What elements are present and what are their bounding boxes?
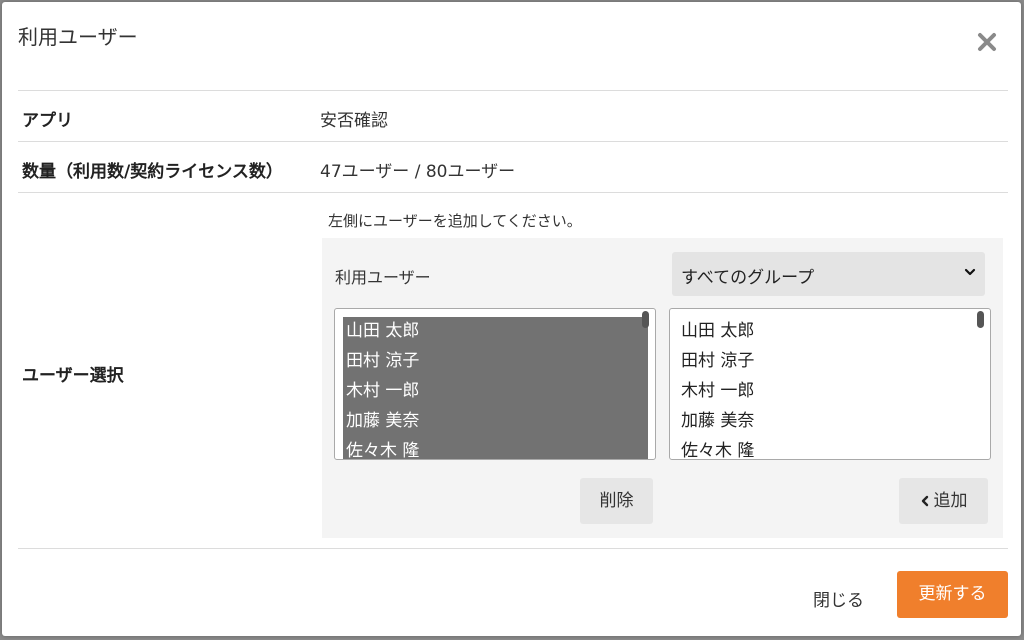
chevron-down-icon xyxy=(964,268,976,276)
update-button[interactable]: 更新する xyxy=(897,571,1008,618)
list-item[interactable]: 田村 涼子 xyxy=(681,348,754,378)
list-item[interactable]: 加藤 美奈 xyxy=(346,408,419,438)
quantity-label: 数量（利用数/契約ライセンス数） xyxy=(22,162,283,182)
chevron-left-icon xyxy=(921,495,928,507)
list-item[interactable]: 木村 一郎 xyxy=(681,378,754,408)
close-link[interactable]: 閉じる xyxy=(813,586,864,611)
available-users-list[interactable]: 山田 太郎 田村 涼子 木村 一郎 加藤 美奈 佐々木 隆 xyxy=(669,308,991,460)
divider xyxy=(18,548,1008,549)
list-item[interactable]: 山田 太郎 xyxy=(346,318,419,348)
close-button[interactable] xyxy=(975,30,999,54)
app-label: アプリ xyxy=(22,111,73,131)
user-dialog: 利用ユーザー アプリ 安否確認 数量（利用数/契約ライセンス数） 47ユーザー … xyxy=(2,2,1021,636)
user-selector-panel: 利用ユーザー すべてのグループ 山田 太郎 田村 涼子 木村 一郎 加藤 美奈 … xyxy=(322,238,1003,538)
group-select-value: すべてのグループ xyxy=(681,268,815,288)
list-item[interactable]: 佐々木 隆 xyxy=(681,438,754,459)
close-icon xyxy=(978,33,996,51)
quantity-value: 47ユーザー / 80ユーザー xyxy=(320,162,516,182)
group-select[interactable]: すべてのグループ xyxy=(672,252,985,296)
list-item[interactable]: 木村 一郎 xyxy=(346,378,419,408)
dialog-title: 利用ユーザー xyxy=(18,25,138,49)
app-value: 安否確認 xyxy=(320,111,388,131)
selector-hint: 左側にユーザーを追加してください。 xyxy=(328,212,582,230)
user-select-label: ユーザー選択 xyxy=(22,366,124,386)
assigned-users-list[interactable]: 山田 太郎 田村 涼子 木村 一郎 加藤 美奈 佐々木 隆 xyxy=(334,308,656,460)
list-item[interactable]: 加藤 美奈 xyxy=(681,408,754,438)
add-button-label: 追加 xyxy=(933,491,968,511)
scrollbar-thumb[interactable] xyxy=(977,311,984,328)
list-item[interactable]: 山田 太郎 xyxy=(681,318,754,348)
list-item[interactable]: 佐々木 隆 xyxy=(346,438,419,459)
delete-button[interactable]: 削除 xyxy=(580,478,653,524)
divider xyxy=(18,141,1008,142)
divider xyxy=(18,90,1008,91)
panel-title: 利用ユーザー xyxy=(335,268,431,287)
add-button[interactable]: 追加 xyxy=(899,478,988,524)
scrollbar-thumb[interactable] xyxy=(642,311,649,328)
list-item[interactable]: 田村 涼子 xyxy=(346,348,419,378)
divider xyxy=(18,192,1008,193)
